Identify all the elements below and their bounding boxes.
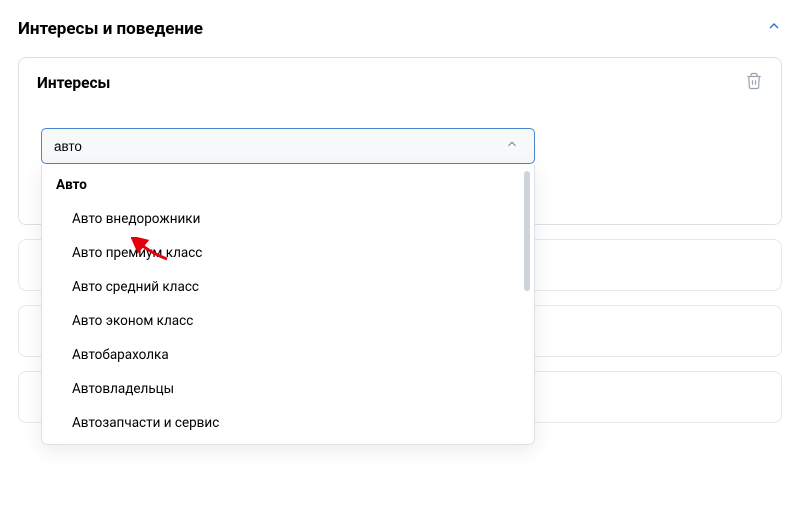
dropdown-item[interactable]: Авто эконом класс [42,304,534,338]
interests-title: Интересы [37,74,110,92]
search-wrapper: Авто Авто внедорожники Авто премиум клас… [19,108,781,164]
dropdown-item[interactable]: Автобарахолка [42,338,534,372]
dropdown-item[interactable]: Авто премиум класс [42,236,534,270]
dropdown-item[interactable]: Автовладельцы [42,372,534,406]
collapse-icon[interactable] [766,18,782,39]
dropdown-item[interactable]: Автозапчасти и сервис [42,406,534,440]
dropdown-item[interactable]: Авто средний класс [42,270,534,304]
interests-dropdown: Авто Авто внедорожники Авто премиум клас… [41,165,535,445]
interests-card: Интересы [18,57,782,225]
interests-search-input[interactable] [41,128,535,164]
dropdown-group-auto[interactable]: Авто [42,165,534,202]
interests-header: Интересы [19,58,781,108]
dropdown-item[interactable]: Авто внедорожники [42,202,534,236]
dropdown-scrollbar[interactable] [524,171,530,291]
trash-icon[interactable] [745,72,763,94]
section-header: Интересы и поведение [18,18,782,39]
section-title: Интересы и поведение [18,19,203,39]
